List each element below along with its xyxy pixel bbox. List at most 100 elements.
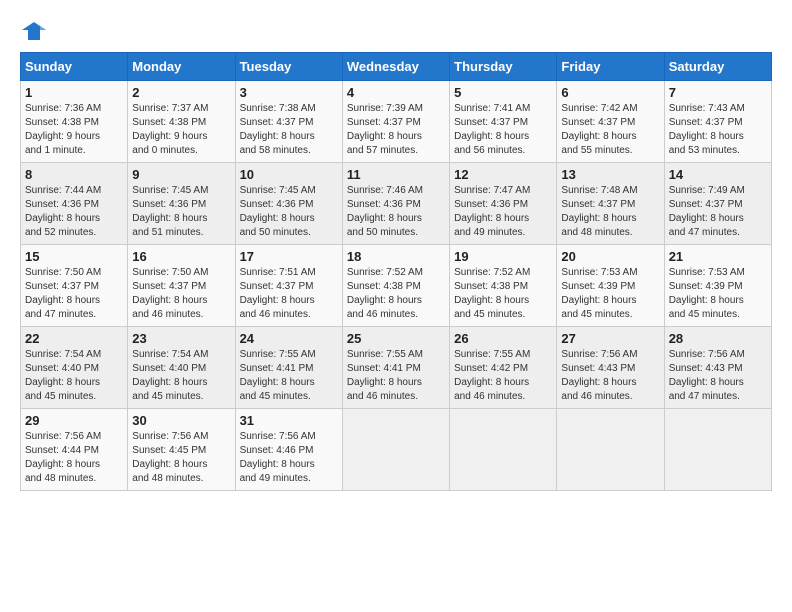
calendar-cell: 4 Sunrise: 7:39 AM Sunset: 4:37 PM Daylig… (342, 81, 449, 163)
calendar-cell: 19Sunrise: 7:52 AM Sunset: 4:38 PM Dayli… (450, 245, 557, 327)
calendar-cell (342, 409, 449, 491)
day-number: 18 (347, 249, 445, 264)
calendar-header-cell: Thursday (450, 53, 557, 81)
day-info: Sunrise: 7:54 AM Sunset: 4:40 PM Dayligh… (25, 348, 123, 404)
logo (20, 20, 52, 42)
day-info: Sunrise: 7:39 AM Sunset: 4:37 PM Dayligh… (347, 102, 445, 158)
day-number: 3 (240, 85, 338, 100)
calendar-cell: 9Sunrise: 7:45 AM Sunset: 4:36 PM Daylig… (128, 163, 235, 245)
day-number: 2 (132, 85, 230, 100)
calendar-week-row: 22 Sunrise: 7:54 AM Sunset: 4:40 PM Dayli… (21, 327, 772, 409)
day-info: Sunrise: 7:38 AM Sunset: 4:37 PM Dayligh… (240, 102, 338, 158)
day-number: 7 (669, 85, 767, 100)
day-number: 13 (561, 167, 659, 182)
day-number: 11 (347, 167, 445, 182)
calendar-cell: 17 Sunrise: 7:51 AM Sunset: 4:37 PM Dayli… (235, 245, 342, 327)
page-header (20, 20, 772, 42)
calendar-cell: 31 Sunrise: 7:56 AM Sunset: 4:46 PM Dayli… (235, 409, 342, 491)
day-number: 4 (347, 85, 445, 100)
day-info: Sunrise: 7:47 AM Sunset: 4:36 PM Dayligh… (454, 184, 552, 240)
day-number: 16 (132, 249, 230, 264)
calendar-header-cell: Tuesday (235, 53, 342, 81)
calendar-cell: 24Sunrise: 7:55 AM Sunset: 4:41 PM Dayli… (235, 327, 342, 409)
calendar-cell: 14Sunrise: 7:49 AM Sunset: 4:37 PM Dayli… (664, 163, 771, 245)
calendar-cell: 2Sunrise: 7:37 AM Sunset: 4:38 PM Daylig… (128, 81, 235, 163)
day-number: 23 (132, 331, 230, 346)
calendar-cell: 26 Sunrise: 7:55 AM Sunset: 4:42 PM Dayli… (450, 327, 557, 409)
day-info: Sunrise: 7:36 AM Sunset: 4:38 PM Dayligh… (25, 102, 123, 158)
calendar-cell: 22 Sunrise: 7:54 AM Sunset: 4:40 PM Dayli… (21, 327, 128, 409)
calendar-header-row: SundayMondayTuesdayWednesdayThursdayFrid… (21, 53, 772, 81)
calendar-cell: 8 Sunrise: 7:44 AM Sunset: 4:36 PM Daylig… (21, 163, 128, 245)
calendar-cell: 20 Sunrise: 7:53 AM Sunset: 4:39 PM Dayli… (557, 245, 664, 327)
day-info: Sunrise: 7:55 AM Sunset: 4:41 PM Dayligh… (240, 348, 338, 404)
calendar-cell: 3 Sunrise: 7:38 AM Sunset: 4:37 PM Daylig… (235, 81, 342, 163)
calendar-cell: 28 Sunrise: 7:56 AM Sunset: 4:43 PM Dayli… (664, 327, 771, 409)
day-number: 29 (25, 413, 123, 428)
calendar-week-row: 1 Sunrise: 7:36 AM Sunset: 4:38 PM Daylig… (21, 81, 772, 163)
day-info: Sunrise: 7:51 AM Sunset: 4:37 PM Dayligh… (240, 266, 338, 322)
calendar-week-row: 15 Sunrise: 7:50 AM Sunset: 4:37 PM Dayli… (21, 245, 772, 327)
calendar-cell: 7 Sunrise: 7:43 AM Sunset: 4:37 PM Daylig… (664, 81, 771, 163)
day-number: 26 (454, 331, 552, 346)
calendar-cell (450, 409, 557, 491)
day-number: 27 (561, 331, 659, 346)
day-number: 1 (25, 85, 123, 100)
calendar-cell (557, 409, 664, 491)
day-number: 31 (240, 413, 338, 428)
logo-icon (20, 20, 48, 42)
day-number: 15 (25, 249, 123, 264)
calendar-cell: 5Sunrise: 7:41 AM Sunset: 4:37 PM Daylig… (450, 81, 557, 163)
day-info: Sunrise: 7:52 AM Sunset: 4:38 PM Dayligh… (347, 266, 445, 322)
calendar-week-row: 29Sunrise: 7:56 AM Sunset: 4:44 PM Dayli… (21, 409, 772, 491)
day-info: Sunrise: 7:41 AM Sunset: 4:37 PM Dayligh… (454, 102, 552, 158)
day-info: Sunrise: 7:46 AM Sunset: 4:36 PM Dayligh… (347, 184, 445, 240)
day-info: Sunrise: 7:54 AM Sunset: 4:40 PM Dayligh… (132, 348, 230, 404)
calendar-cell: 1 Sunrise: 7:36 AM Sunset: 4:38 PM Daylig… (21, 81, 128, 163)
calendar-week-row: 8 Sunrise: 7:44 AM Sunset: 4:36 PM Daylig… (21, 163, 772, 245)
day-number: 6 (561, 85, 659, 100)
day-info: Sunrise: 7:45 AM Sunset: 4:36 PM Dayligh… (240, 184, 338, 240)
day-info: Sunrise: 7:48 AM Sunset: 4:37 PM Dayligh… (561, 184, 659, 240)
day-number: 20 (561, 249, 659, 264)
day-number: 10 (240, 167, 338, 182)
day-number: 22 (25, 331, 123, 346)
day-info: Sunrise: 7:50 AM Sunset: 4:37 PM Dayligh… (132, 266, 230, 322)
calendar-header-cell: Friday (557, 53, 664, 81)
day-info: Sunrise: 7:45 AM Sunset: 4:36 PM Dayligh… (132, 184, 230, 240)
calendar-cell: 10 Sunrise: 7:45 AM Sunset: 4:36 PM Dayli… (235, 163, 342, 245)
calendar-cell: 30 Sunrise: 7:56 AM Sunset: 4:45 PM Dayli… (128, 409, 235, 491)
calendar-cell: 27 Sunrise: 7:56 AM Sunset: 4:43 PM Dayli… (557, 327, 664, 409)
calendar-cell: 11 Sunrise: 7:46 AM Sunset: 4:36 PM Dayli… (342, 163, 449, 245)
day-number: 19 (454, 249, 552, 264)
day-info: Sunrise: 7:56 AM Sunset: 4:45 PM Dayligh… (132, 430, 230, 486)
calendar-cell: 29Sunrise: 7:56 AM Sunset: 4:44 PM Dayli… (21, 409, 128, 491)
day-number: 12 (454, 167, 552, 182)
calendar-cell: 6 Sunrise: 7:42 AM Sunset: 4:37 PM Daylig… (557, 81, 664, 163)
day-info: Sunrise: 7:53 AM Sunset: 4:39 PM Dayligh… (561, 266, 659, 322)
day-info: Sunrise: 7:55 AM Sunset: 4:41 PM Dayligh… (347, 348, 445, 404)
day-number: 17 (240, 249, 338, 264)
day-number: 21 (669, 249, 767, 264)
calendar-header-cell: Saturday (664, 53, 771, 81)
day-info: Sunrise: 7:53 AM Sunset: 4:39 PM Dayligh… (669, 266, 767, 322)
calendar-cell (664, 409, 771, 491)
calendar-table: SundayMondayTuesdayWednesdayThursdayFrid… (20, 52, 772, 491)
day-info: Sunrise: 7:55 AM Sunset: 4:42 PM Dayligh… (454, 348, 552, 404)
day-number: 28 (669, 331, 767, 346)
calendar-cell: 25Sunrise: 7:55 AM Sunset: 4:41 PM Dayli… (342, 327, 449, 409)
day-info: Sunrise: 7:56 AM Sunset: 4:43 PM Dayligh… (669, 348, 767, 404)
day-info: Sunrise: 7:44 AM Sunset: 4:36 PM Dayligh… (25, 184, 123, 240)
day-info: Sunrise: 7:42 AM Sunset: 4:37 PM Dayligh… (561, 102, 659, 158)
day-number: 8 (25, 167, 123, 182)
day-info: Sunrise: 7:56 AM Sunset: 4:43 PM Dayligh… (561, 348, 659, 404)
day-info: Sunrise: 7:43 AM Sunset: 4:37 PM Dayligh… (669, 102, 767, 158)
day-info: Sunrise: 7:50 AM Sunset: 4:37 PM Dayligh… (25, 266, 123, 322)
day-info: Sunrise: 7:56 AM Sunset: 4:46 PM Dayligh… (240, 430, 338, 486)
calendar-cell: 23 Sunrise: 7:54 AM Sunset: 4:40 PM Dayli… (128, 327, 235, 409)
calendar-header-cell: Wednesday (342, 53, 449, 81)
day-info: Sunrise: 7:49 AM Sunset: 4:37 PM Dayligh… (669, 184, 767, 240)
day-number: 30 (132, 413, 230, 428)
calendar-cell: 18 Sunrise: 7:52 AM Sunset: 4:38 PM Dayli… (342, 245, 449, 327)
calendar-header-cell: Sunday (21, 53, 128, 81)
